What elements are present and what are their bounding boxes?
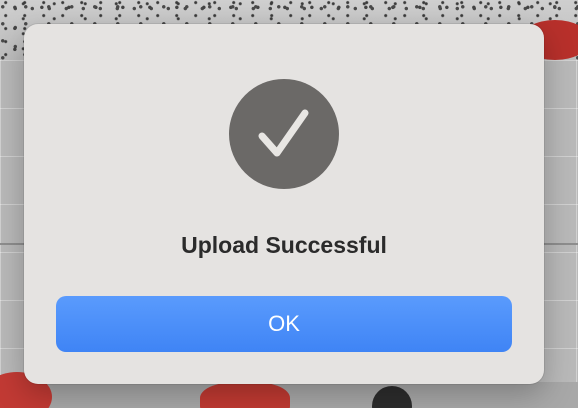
checkmark-circle-icon xyxy=(229,79,339,189)
background-red-shape xyxy=(200,382,290,408)
dialog-title: Upload Successful xyxy=(181,232,387,258)
ok-button[interactable]: OK xyxy=(56,296,512,352)
upload-success-dialog: Upload Successful OK xyxy=(24,24,544,384)
checkmark-icon xyxy=(258,109,309,157)
